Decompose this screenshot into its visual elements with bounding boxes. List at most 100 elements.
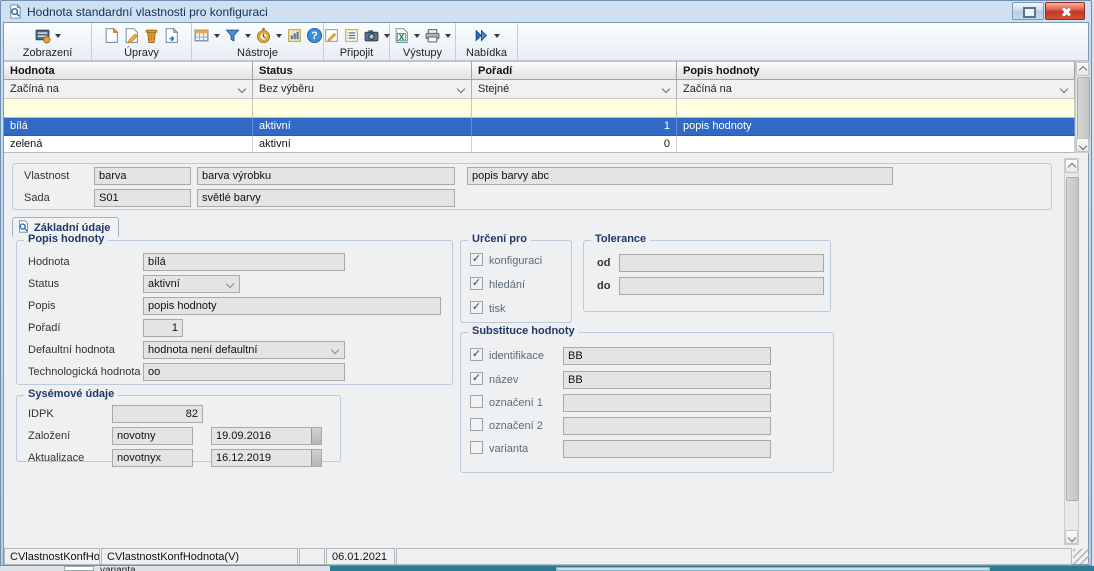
toolbar-group-label: Nástroje: [192, 47, 323, 60]
tisk-checkbox-label: tisk: [489, 303, 506, 315]
sada-code-field: S01: [94, 189, 191, 207]
menu-icon[interactable]: [473, 27, 490, 44]
views-icon[interactable]: [34, 27, 51, 44]
oznaceni-1-checkbox-label: označení 1: [489, 397, 543, 409]
nazev-checkbox[interactable]: ✓: [470, 372, 483, 385]
aktualizace-user-field: novotnyx: [112, 449, 193, 467]
new-record-icon[interactable]: [103, 27, 120, 44]
grid-filter-input-row: [4, 99, 1075, 118]
copy-record-icon[interactable]: [163, 27, 180, 44]
filter-operator-popis-hodnoty[interactable]: Začíná na: [677, 80, 1075, 99]
vlastnost-code-field: barva: [94, 167, 191, 185]
table-settings-icon[interactable]: [193, 27, 210, 44]
toolbar-group-upravy: Úpravy: [92, 23, 192, 60]
vlastnost-label: Vlastnost: [24, 170, 69, 182]
chevron-down-icon: [226, 280, 234, 288]
status-dropdown: aktivní: [143, 275, 240, 293]
technologicka-hodnota-field: oo: [143, 363, 345, 381]
filter-operator-hodnota[interactable]: Začíná na: [4, 80, 253, 99]
background-window-checkbox-fragment: [64, 566, 94, 571]
filter-input-popis-hodnoty[interactable]: [677, 99, 1075, 118]
report-icon[interactable]: [286, 27, 303, 44]
oznaceni-1-checkbox[interactable]: [470, 395, 483, 408]
toolbar: Zobrazení Úpravy ? Nástroje: [4, 23, 1088, 61]
popis-field: popis hodnoty: [143, 297, 441, 315]
history-dropdown-caret[interactable]: [276, 34, 282, 38]
filter-operator-poradi[interactable]: Stejné: [472, 80, 677, 99]
table-row[interactable]: zelená aktivní 0: [4, 136, 1075, 153]
toolbar-group-label: Nabídka: [456, 47, 517, 60]
restore-icon: [1023, 7, 1036, 18]
column-header-status[interactable]: Status: [253, 61, 472, 80]
chevron-up-icon: [1078, 66, 1086, 74]
filter-input-hodnota[interactable]: [4, 99, 253, 118]
hledani-checkbox[interactable]: ✓: [470, 277, 483, 290]
note-icon[interactable]: [323, 27, 340, 44]
scrollbar-thumb[interactable]: [1066, 177, 1079, 501]
background-window-field-fragment: [556, 567, 990, 571]
excel-dropdown-caret[interactable]: [414, 34, 420, 38]
filter-dropdown-caret[interactable]: [245, 34, 251, 38]
column-header-hodnota[interactable]: Hodnota: [4, 61, 253, 80]
camera-icon[interactable]: [363, 27, 380, 44]
grid-scrollbar[interactable]: [1075, 61, 1090, 153]
aktualizace-label: Aktualizace: [28, 452, 84, 464]
tolerance-legend: Tolerance: [591, 233, 650, 245]
filter-operator-status[interactable]: Bez výběru: [253, 80, 472, 99]
results-grid: Hodnota Status Pořadí Popis hodnoty Začí…: [4, 61, 1075, 153]
delete-record-icon[interactable]: [143, 27, 160, 44]
oznaceni-2-checkbox[interactable]: [470, 418, 483, 431]
resize-grip[interactable]: [1073, 549, 1089, 564]
urceni-pro-legend: Určení pro: [468, 233, 531, 245]
tolerance-group: [583, 240, 831, 312]
restore-button[interactable]: [1012, 2, 1044, 20]
statusbar-class-panel: CVlastnostKonfHodn: [4, 548, 100, 565]
filter-icon[interactable]: [224, 27, 241, 44]
close-button[interactable]: [1045, 2, 1085, 20]
menu-dropdown-caret[interactable]: [494, 34, 500, 38]
column-header-popis-hodnoty[interactable]: Popis hodnoty: [677, 61, 1075, 80]
scroll-up-button[interactable]: [1076, 62, 1089, 76]
print-dropdown-caret[interactable]: [445, 34, 451, 38]
column-header-poradi[interactable]: Pořadí: [472, 61, 677, 80]
oznaceni-2-checkbox-label: označení 2: [489, 420, 543, 432]
chevron-down-icon: [1060, 85, 1068, 93]
history-icon[interactable]: [255, 27, 272, 44]
nazev-field: BB: [563, 371, 771, 389]
help-icon[interactable]: ?: [306, 27, 323, 44]
filter-input-poradi[interactable]: [472, 99, 677, 118]
window-title: Hodnota standardní vlastnosti pro konfig…: [27, 5, 268, 19]
table-row-selected[interactable]: bílá aktivní 1 popis hodnoty: [4, 118, 1075, 136]
edit-record-icon[interactable]: [123, 27, 140, 44]
views-dropdown-caret[interactable]: [55, 34, 61, 38]
varianta-field: [563, 440, 771, 458]
idpk-label: IDPK: [28, 408, 54, 420]
table-settings-dropdown-caret[interactable]: [214, 34, 220, 38]
toolbar-group-nabidka: Nabídka: [456, 23, 518, 60]
varianta-checkbox[interactable]: [470, 441, 483, 454]
sada-name-field: světlé barvy: [197, 189, 455, 207]
scroll-down-button[interactable]: [1065, 530, 1078, 544]
identifikace-checkbox[interactable]: ✓: [470, 348, 483, 361]
tisk-checkbox[interactable]: ✓: [470, 301, 483, 314]
tolerance-od-field: [619, 254, 824, 272]
svg-text:X: X: [399, 33, 405, 42]
chevron-down-icon: [331, 346, 339, 354]
list-icon[interactable]: [343, 27, 360, 44]
filter-input-status[interactable]: [253, 99, 472, 118]
defaultni-hodnota-label: Defaultní hodnota: [28, 344, 115, 356]
poradi-field: 1: [143, 319, 183, 337]
print-icon[interactable]: [424, 27, 441, 44]
camera-dropdown-caret[interactable]: [384, 34, 390, 38]
konfiguraci-checkbox[interactable]: ✓: [470, 253, 483, 266]
hledani-checkbox-label: hledání: [489, 279, 525, 291]
zalozeni-user-field: novotny: [112, 427, 193, 445]
scrollbar-thumb[interactable]: [1077, 77, 1090, 140]
toolbar-group-label: Zobrazení: [4, 47, 91, 60]
aktualizace-date-field: 16.12.2019: [211, 449, 322, 467]
excel-export-icon[interactable]: X: [393, 27, 410, 44]
scroll-down-button[interactable]: [1076, 138, 1089, 152]
detail-scrollbar[interactable]: [1064, 158, 1079, 545]
scroll-up-button[interactable]: [1065, 159, 1078, 173]
toolbar-group-pripojit: Připojit: [324, 23, 390, 60]
